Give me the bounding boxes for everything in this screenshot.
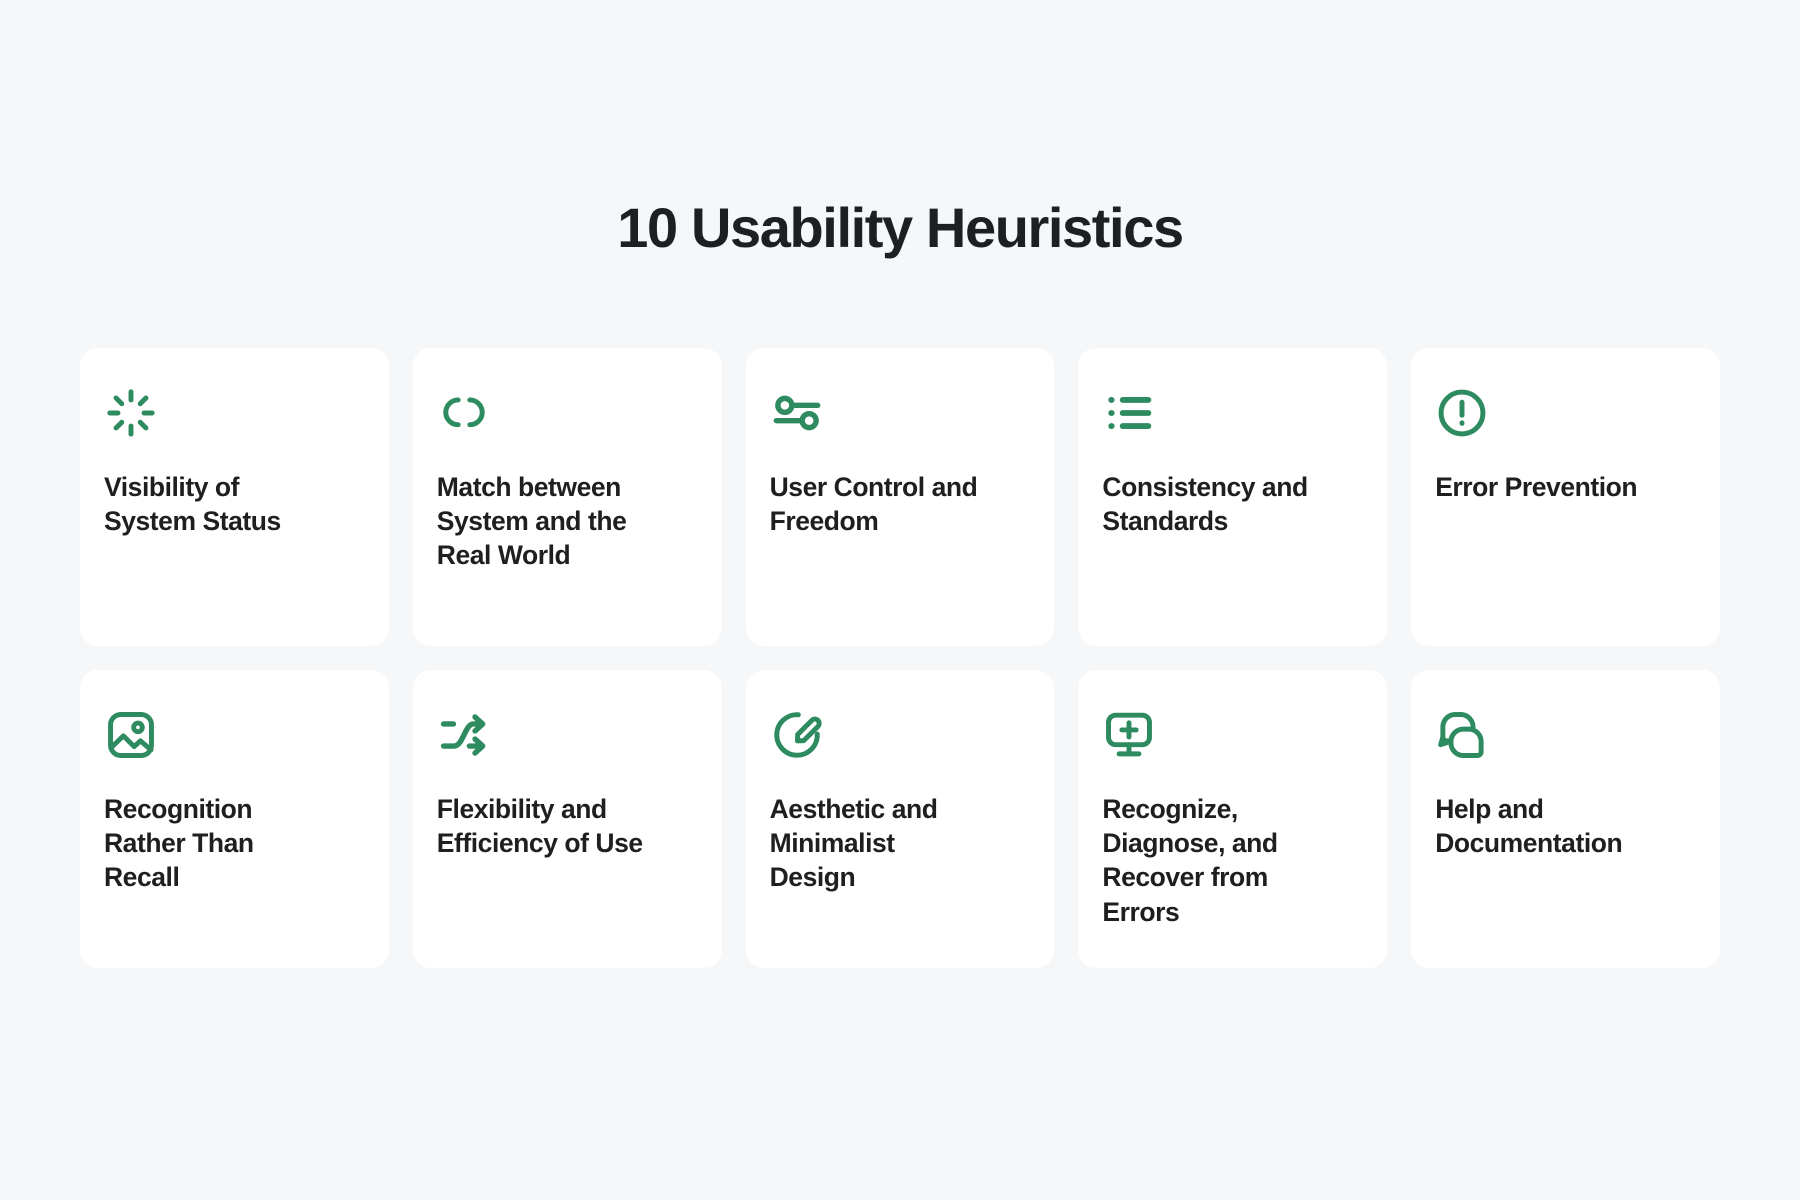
heuristic-card[interactable]: User Control and Freedom [745, 348, 1055, 646]
list-icon [1102, 386, 1156, 440]
heuristic-label: Error Prevention [1435, 472, 1638, 502]
heuristic-card[interactable]: Consistency and Standards [1078, 348, 1388, 646]
heuristic-card[interactable]: Visibility of System Status [80, 348, 389, 646]
link-icon [437, 386, 491, 440]
heuristic-label: Recognize, Diagnose, and Recover from Er… [1102, 794, 1278, 927]
heuristic-label: Aesthetic and Minimalist Design [769, 794, 938, 893]
chat-bubbles-icon [1435, 708, 1489, 762]
monitor-plus-icon [1102, 708, 1156, 762]
page-title: 10 Usability Heuristics [617, 196, 1184, 259]
alert-circle-icon [1435, 386, 1489, 440]
heuristic-label: Consistency and Standards [1102, 472, 1308, 537]
heuristic-label: Match between System and the Real World [436, 472, 627, 571]
heuristic-label: User Control and Freedom [769, 472, 978, 537]
sliders-icon [770, 386, 824, 440]
heuristic-label: Help and Documentation [1435, 794, 1623, 859]
heuristic-card[interactable]: Help and Documentation [1411, 670, 1720, 968]
heuristics-grid: Visibility of System Status Match betwee… [80, 348, 1720, 968]
heuristic-card[interactable]: Recognize, Diagnose, and Recover from Er… [1078, 670, 1388, 968]
heuristic-card[interactable]: Flexibility and Efficiency of Use [412, 670, 722, 968]
heuristic-card[interactable]: Error Prevention [1411, 348, 1720, 646]
heuristic-label: Recognition Rather Than Recall [104, 794, 254, 893]
loader-icon [104, 386, 158, 440]
heuristic-label: Visibility of System Status [104, 472, 281, 537]
edit-circle-icon [770, 708, 824, 762]
shuffle-icon [437, 708, 491, 762]
heuristic-card[interactable]: Match between System and the Real World [412, 348, 722, 646]
heuristic-card[interactable]: Recognition Rather Than Recall [80, 670, 389, 968]
heuristic-card[interactable]: Aesthetic and Minimalist Design [745, 670, 1055, 968]
heuristic-label: Flexibility and Efficiency of Use [436, 794, 643, 859]
image-icon [104, 708, 158, 762]
heuristics-infographic: 10 Usability Heuristics Visibility of Sy… [0, 0, 1800, 1200]
